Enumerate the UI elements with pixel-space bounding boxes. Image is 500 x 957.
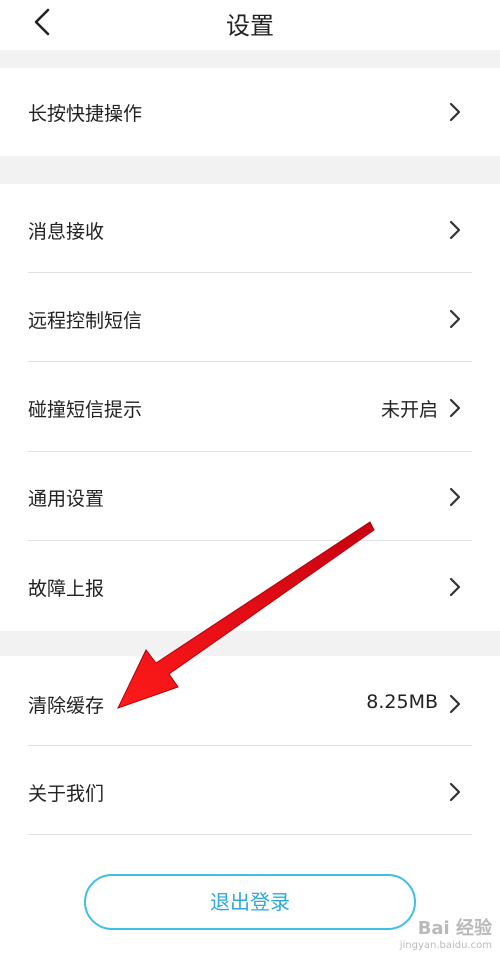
chevron-right-icon [449,398,461,418]
watermark: Bai 经验 jingyan.baidu.com [400,914,492,951]
row-divider [28,272,472,273]
chevron-right-icon [449,782,461,802]
chevron-right-icon [449,487,461,507]
settings-item-label: 消息接收 [28,221,105,243]
settings-item-fault-report[interactable]: 故障上报 [0,541,500,631]
logout-button[interactable]: 退出登录 [84,874,416,930]
chevron-right-icon [449,577,461,597]
cache-size-value: 8.25MB [366,691,438,713]
section-separator [0,631,500,656]
settings-item-label: 长按快捷操作 [28,103,143,125]
chevron-right-icon [449,102,461,122]
settings-item-value: 未开启 [380,399,438,421]
settings-item-label: 碰撞短信提示 [28,399,143,421]
watermark-url: jingyan.baidu.com [399,940,492,951]
chevron-right-icon [449,309,461,329]
settings-item-remote-sms[interactable]: 远程控制短信 [0,274,500,362]
section-separator [0,50,500,68]
settings-item-about[interactable]: 关于我们 [0,746,500,834]
settings-item-shortcut[interactable]: 长按快捷操作 [0,68,500,156]
settings-item-clear-cache[interactable]: 清除缓存 8.25MB [0,656,500,745]
settings-item-bump-sms[interactable]: 碰撞短信提示 未开启 [0,362,500,452]
settings-item-label: 清除缓存 [28,695,105,717]
chevron-right-icon [449,694,461,714]
settings-item-messages[interactable]: 消息接收 [0,184,500,274]
header-bar: 设置 [0,0,500,50]
page-title: 设置 [226,12,274,40]
section-separator [0,156,500,184]
watermark-logo: Bai 经验 [417,918,492,939]
settings-item-label: 远程控制短信 [28,310,143,332]
settings-item-general[interactable]: 通用设置 [0,452,500,540]
row-divider [28,834,472,835]
chevron-right-icon [449,220,461,240]
settings-item-label: 关于我们 [28,783,105,805]
settings-item-label: 故障上报 [28,578,105,600]
settings-item-label: 通用设置 [28,488,105,510]
